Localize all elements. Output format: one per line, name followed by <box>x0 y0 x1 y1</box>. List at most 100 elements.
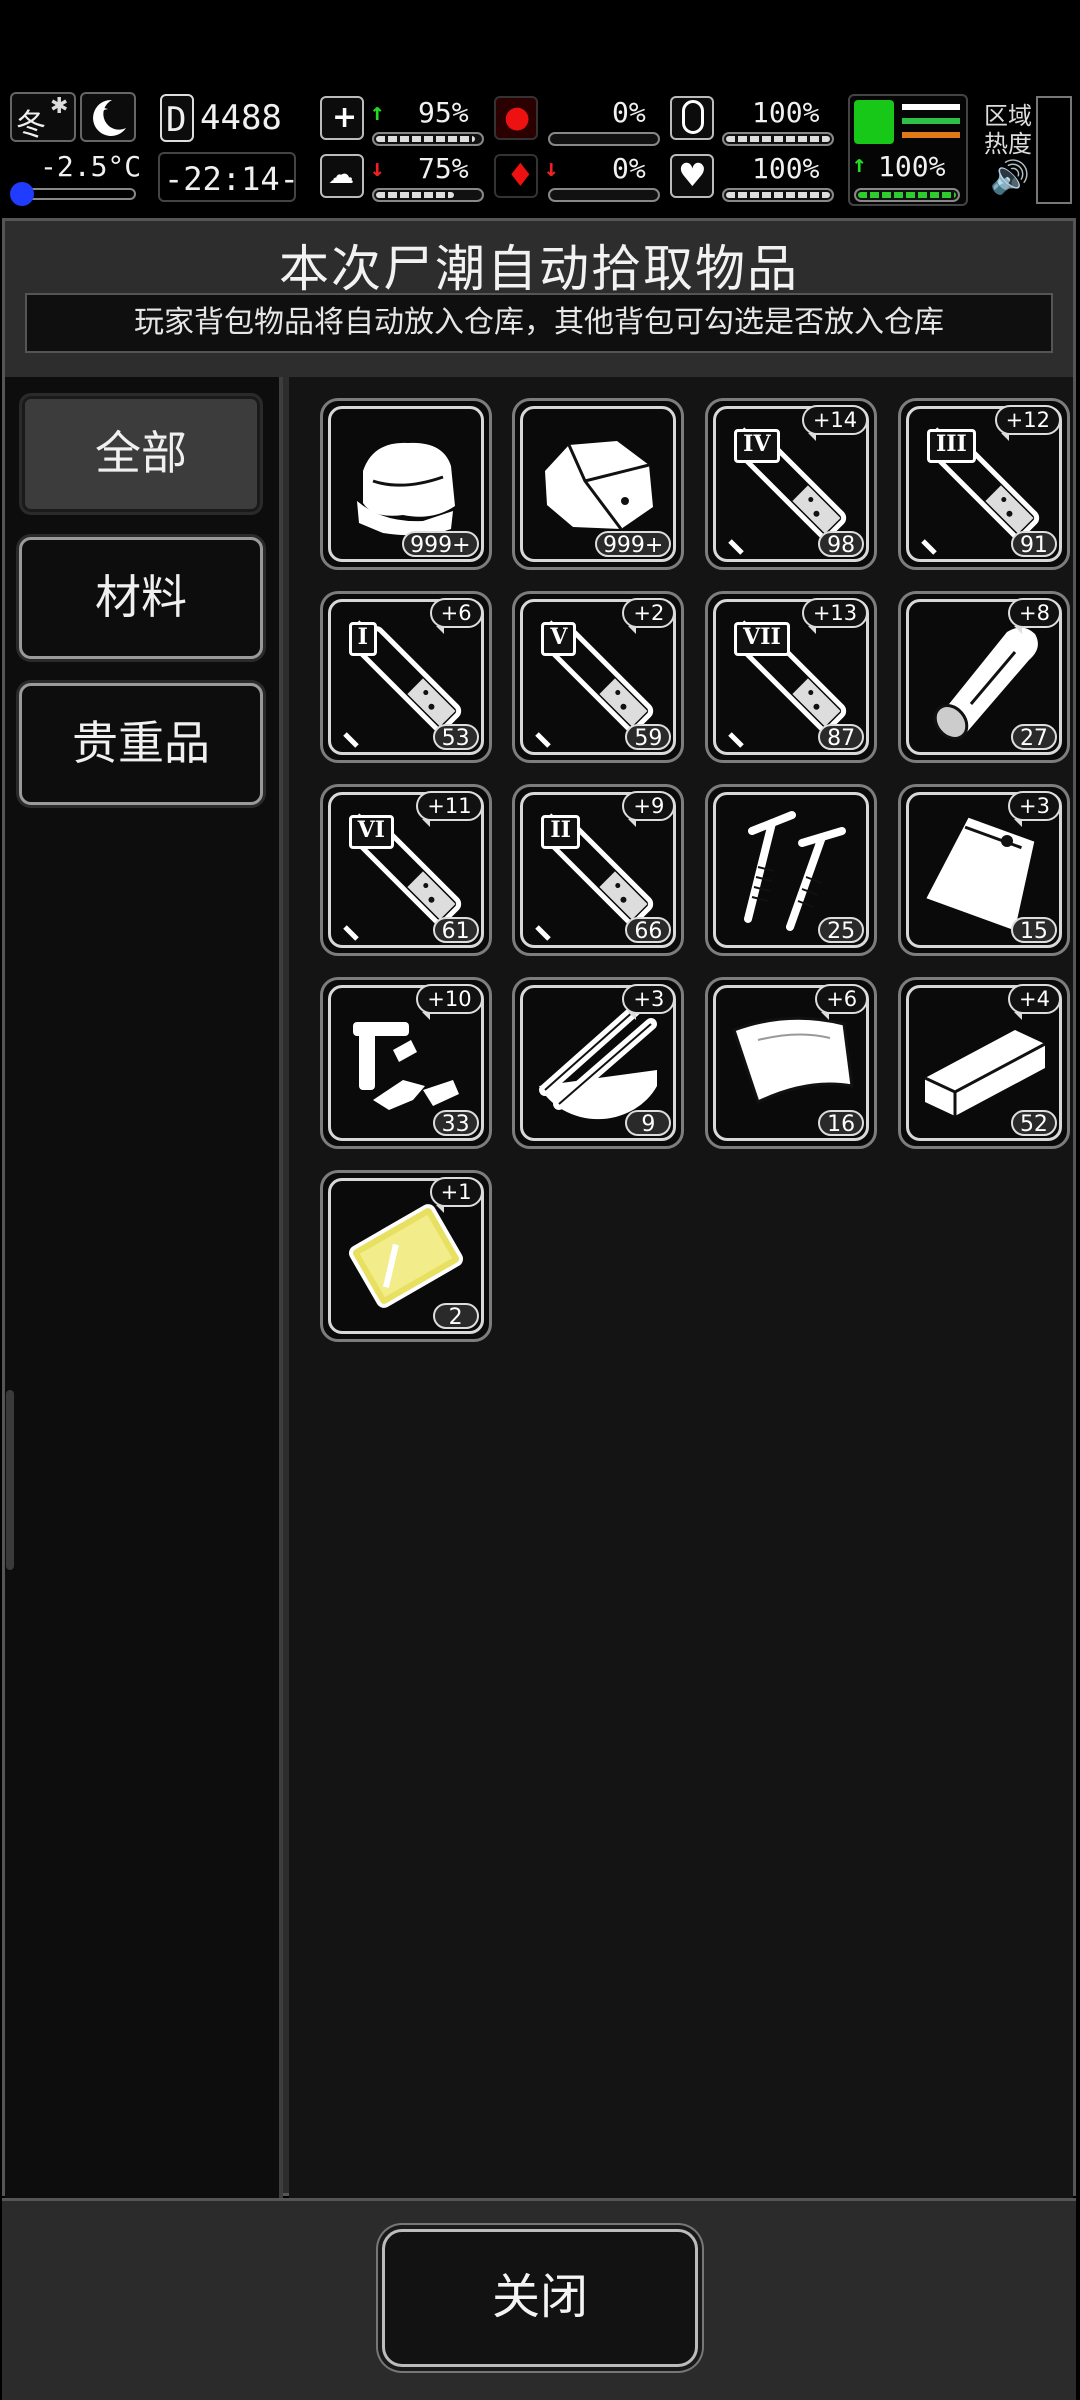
stamina-stripes <box>902 104 960 110</box>
item-count: 91 <box>1010 531 1057 558</box>
stamina-bar-fill <box>858 192 956 198</box>
item-count: 66 <box>625 916 672 944</box>
panel-title: 本次尸潮自动拾取物品 <box>279 240 799 298</box>
stomach-value: 0% <box>612 96 646 129</box>
item-slot[interactable]: II +9 66 <box>512 783 685 956</box>
item-slot[interactable]: V +2 59 <box>512 591 685 764</box>
stamina-up-arrow: ↑ <box>852 150 867 178</box>
item-count: 9 <box>625 1109 672 1137</box>
item-slot[interactable]: +6 16 <box>705 976 878 1149</box>
item-slot[interactable]: +3 15 <box>897 783 1070 956</box>
clock-cell: -22:14- <box>158 152 299 202</box>
pill-icon <box>670 96 714 140</box>
item-count: 15 <box>1010 916 1057 944</box>
item-slot[interactable]: +4 52 <box>897 976 1070 1149</box>
item-slot[interactable]: III +12 91 <box>897 398 1070 571</box>
item-count: 33 <box>432 1109 479 1137</box>
syringe-grade-tag: V <box>541 622 577 657</box>
syringe-grade-tag: I <box>348 622 377 657</box>
bonus-badge: +13 <box>801 598 869 635</box>
brain-icon: ☁ <box>320 154 364 198</box>
bonus-badge: +6 <box>429 598 483 635</box>
item-count: 999+ <box>402 531 479 558</box>
weather-cell: 冬 ✱ <box>10 92 76 143</box>
item-slot[interactable]: IV +14 98 <box>705 398 878 571</box>
item-slot[interactable]: +1 2 <box>319 1169 492 1342</box>
bonus-badge: +12 <box>994 405 1061 442</box>
temperature-knob <box>10 182 34 206</box>
item-count: 87 <box>818 724 865 751</box>
item-count: 2 <box>432 1302 479 1330</box>
item-slot[interactable]: +10 33 <box>319 976 492 1149</box>
edge-handle[interactable] <box>6 1390 14 1570</box>
bonus-badge: +9 <box>622 790 676 827</box>
status-hud: 冬 ✱ -2.5°C D 4488 -22:14- + ↑ 95% ☁ ↓ 75… <box>0 88 1080 212</box>
item-slot[interactable]: +3 9 <box>512 976 685 1149</box>
item-slot[interactable]: 999+ <box>319 398 492 571</box>
temperature-value: -2.5°C <box>40 150 142 183</box>
syringe-grade-tag: II <box>541 814 580 849</box>
blood-value: 0% <box>612 152 646 185</box>
season-label: 冬 <box>16 108 46 143</box>
tab-materials[interactable]: 材料 <box>19 537 263 659</box>
footer-bar: 关闭 <box>2 2198 1076 2400</box>
health-bar-fill <box>376 136 475 142</box>
item-slot[interactable]: +8 27 <box>897 591 1070 764</box>
zone-heat-label: 区域热度 <box>984 102 1032 158</box>
day-icon: D <box>160 94 194 142</box>
health-up-arrow: ↑ <box>370 98 385 126</box>
pill-bar-fill <box>726 136 830 142</box>
bonus-badge: +10 <box>416 983 483 1020</box>
panel-subtitle: 玩家背包物品将自动放入仓库，其他背包可勾选是否放入仓库 <box>25 293 1053 353</box>
health-bar <box>372 132 484 146</box>
category-sidebar: 全部 材料 贵重品 <box>5 377 283 2199</box>
heart-bar <box>722 188 834 202</box>
stamina-bar <box>854 188 960 202</box>
tab-all[interactable]: 全部 <box>19 393 263 515</box>
bonus-badge: +14 <box>801 405 869 442</box>
item-slot[interactable]: 25 <box>705 783 878 956</box>
stamina-value: 100% <box>878 150 946 183</box>
item-slot[interactable]: VII +13 87 <box>705 591 878 764</box>
item-count: 53 <box>432 724 479 751</box>
item-slot[interactable]: 999+ <box>512 398 685 571</box>
bonus-badge: +4 <box>1007 983 1061 1020</box>
heart-icon: ♥ <box>670 154 714 198</box>
bonus-badge: +11 <box>416 790 483 827</box>
moon-cell <box>80 92 136 142</box>
blood-down-arrow: ↓ <box>544 154 559 182</box>
sanity-down-arrow: ↓ <box>370 154 385 182</box>
bonus-badge: +3 <box>622 983 676 1020</box>
item-slot[interactable]: I +6 53 <box>319 591 492 764</box>
bonus-badge: +1 <box>429 1176 483 1213</box>
item-grid: 999+ 999+ IV +14 98 III +12 91 I +6 53 V +2 59 VII +13 8… <box>289 377 1073 2199</box>
item-count: 52 <box>1010 1109 1057 1137</box>
item-count: 27 <box>1010 724 1057 751</box>
bonus-badge: +8 <box>1007 598 1061 635</box>
sanity-value: 75% <box>418 152 469 185</box>
item-count: 98 <box>818 531 865 558</box>
snowflake-icon: ✱ <box>50 94 69 119</box>
pill-bar <box>722 132 834 146</box>
bonus-badge: +2 <box>622 598 676 635</box>
item-count: 16 <box>818 1109 865 1137</box>
tab-valuables[interactable]: 贵重品 <box>19 683 263 805</box>
close-button[interactable]: 关闭 <box>382 2229 698 2367</box>
bonus-badge: +6 <box>815 983 869 1020</box>
item-count: 25 <box>818 916 865 944</box>
syringe-grade-tag: III <box>926 429 976 464</box>
stamina-cell: ↑ 100% <box>848 94 968 206</box>
blood-icon: ♦ <box>494 154 538 198</box>
heart-bar-fill <box>726 192 830 198</box>
syringe-grade-tag: IV <box>734 429 780 464</box>
syringe-grade-tag: VII <box>734 622 790 657</box>
item-slot[interactable]: VI +11 61 <box>319 783 492 956</box>
zone-heat-meter <box>1036 96 1072 204</box>
stomach-icon: ● <box>494 96 538 140</box>
speaker-icon[interactable]: 🔊 <box>990 158 1030 196</box>
bonus-badge: +3 <box>1007 790 1061 827</box>
day-counter: 4488 <box>200 98 282 138</box>
boot-icon <box>854 100 894 144</box>
moon-icon <box>93 99 126 136</box>
heart-value: 100% <box>752 152 820 185</box>
